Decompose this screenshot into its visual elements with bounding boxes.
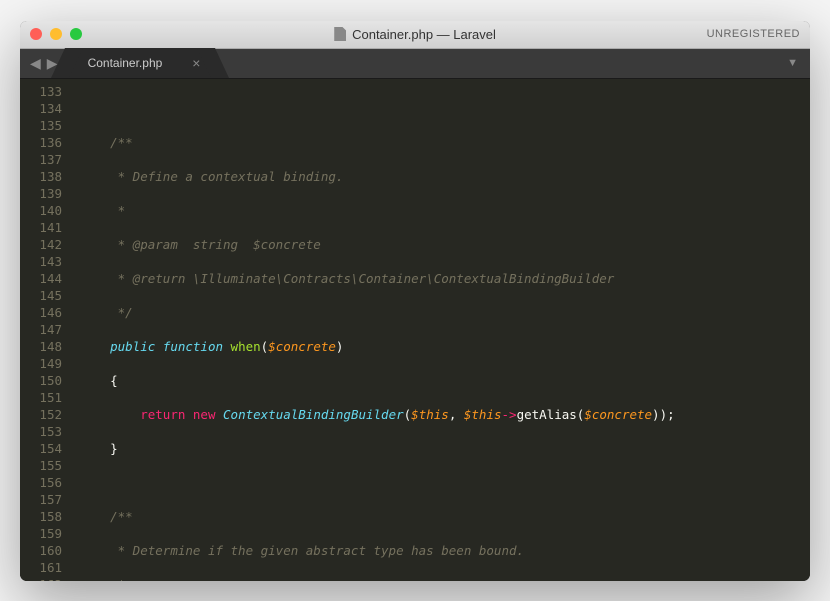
line-number: 134 — [20, 100, 62, 117]
tab-menu-arrow-icon[interactable]: ▼ — [775, 57, 810, 69]
tab-bar: ◀ ▶ Container.php × ▼ — [20, 49, 810, 79]
line-number: 137 — [20, 151, 62, 168]
line-number: 160 — [20, 542, 62, 559]
window-title: Container.php — Laravel — [334, 27, 496, 42]
line-number: 135 — [20, 117, 62, 134]
code-editor[interactable]: 1331341351361371381391401411421431441451… — [20, 79, 810, 581]
line-number: 138 — [20, 168, 62, 185]
line-number: 149 — [20, 355, 62, 372]
file-icon — [334, 27, 346, 41]
minimize-button[interactable] — [50, 28, 62, 40]
nav-back-icon[interactable]: ◀ — [30, 55, 41, 72]
code-area[interactable]: /** * Define a contextual binding. * * @… — [72, 79, 810, 581]
line-number: 148 — [20, 338, 62, 355]
line-number: 147 — [20, 321, 62, 338]
tab-close-icon[interactable]: × — [192, 55, 200, 71]
line-number: 159 — [20, 525, 62, 542]
line-number: 162 — [20, 576, 62, 581]
line-number-gutter: 1331341351361371381391401411421431441451… — [20, 79, 72, 581]
line-number: 140 — [20, 202, 62, 219]
line-number: 143 — [20, 253, 62, 270]
traffic-lights — [30, 28, 82, 40]
maximize-button[interactable] — [70, 28, 82, 40]
tab-label: Container.php — [88, 56, 163, 70]
editor-window: Container.php — Laravel UNREGISTERED ◀ ▶… — [20, 21, 810, 581]
line-number: 139 — [20, 185, 62, 202]
line-number: 133 — [20, 83, 62, 100]
line-number: 141 — [20, 219, 62, 236]
line-number: 144 — [20, 270, 62, 287]
line-number: 161 — [20, 559, 62, 576]
line-number: 155 — [20, 457, 62, 474]
line-number: 146 — [20, 304, 62, 321]
line-number: 153 — [20, 423, 62, 440]
tab-container-php[interactable]: Container.php × — [68, 48, 213, 78]
line-number: 157 — [20, 491, 62, 508]
line-number: 145 — [20, 287, 62, 304]
line-number: 158 — [20, 508, 62, 525]
line-number: 151 — [20, 389, 62, 406]
line-number: 154 — [20, 440, 62, 457]
titlebar[interactable]: Container.php — Laravel UNREGISTERED — [20, 21, 810, 49]
line-number: 142 — [20, 236, 62, 253]
registration-status: UNREGISTERED — [707, 28, 800, 40]
line-number: 156 — [20, 474, 62, 491]
line-number: 150 — [20, 372, 62, 389]
line-number: 152 — [20, 406, 62, 423]
line-number: 136 — [20, 134, 62, 151]
close-button[interactable] — [30, 28, 42, 40]
window-title-text: Container.php — Laravel — [352, 27, 496, 42]
